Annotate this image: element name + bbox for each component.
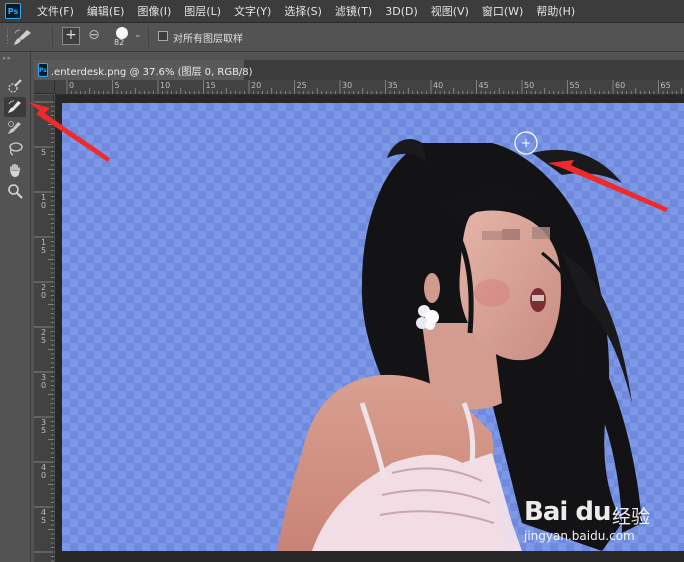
menu-bar: Ps 文件(F) 编辑(E) 图像(I) 图层(L) 文字(Y) 选择(S) 滤…	[0, 0, 684, 23]
menu-help[interactable]: 帮助(H)	[536, 3, 575, 19]
refine-brush-icon	[14, 29, 31, 45]
baidu-logo: Bai du	[524, 497, 611, 527]
ruler-label: 60	[615, 81, 626, 90]
vertical-ruler[interactable]: 5 10 15 20 25 30 35 40 45	[34, 95, 54, 562]
watermark-url: jingyan.baidu.com	[524, 529, 635, 543]
menu-select[interactable]: 选择(S)	[284, 3, 322, 19]
ruler-label: 45	[478, 81, 489, 90]
toolbar-grip-icon[interactable]: ▸▸	[3, 55, 27, 62]
ruler-label: 35	[40, 418, 47, 435]
brush-tool-icon[interactable]	[4, 118, 26, 138]
quick-selection-tool-icon[interactable]	[4, 76, 26, 96]
menu-edit[interactable]: 编辑(E)	[87, 3, 125, 19]
photo-layer	[62, 103, 684, 551]
ruler-label: 40	[40, 463, 47, 480]
ruler-label: 25	[40, 328, 47, 345]
ruler-label: 20	[251, 81, 262, 90]
ruler-label: 35	[387, 81, 398, 90]
ruler-label: 45	[40, 508, 47, 525]
ruler-label: 20	[40, 283, 47, 300]
document-tab-bar: Ps .enterdesk.png @ 37.6% (图层 0, RGB/8)	[34, 60, 684, 80]
watermark-cn-text: 经验	[612, 506, 651, 528]
ruler-label: 15	[40, 238, 47, 255]
brush-size-value: 82	[114, 38, 125, 47]
menu-window[interactable]: 窗口(W)	[482, 3, 523, 19]
menu-layer[interactable]: 图层(L)	[184, 3, 221, 19]
divider	[52, 27, 53, 47]
sample-all-layers-checkbox[interactable]	[158, 31, 168, 41]
chevron-down-icon[interactable]: ⌄	[134, 30, 142, 40]
photoshop-logo-icon: Ps	[5, 3, 21, 19]
ruler-label: 10	[160, 81, 171, 90]
horizontal-ruler[interactable]: 0 5 10 15 20 25 30 35 40 45 50 55 60 65	[55, 80, 684, 95]
options-bar: ⋮ ⋮ + ⊖ 82 ⌄ 对所有图层取样	[0, 23, 684, 52]
subtract-from-selection-icon[interactable]: ⊖	[86, 28, 102, 44]
ruler-label: 65	[660, 81, 671, 90]
ruler-label: 15	[205, 81, 216, 90]
image-canvas[interactable]	[62, 103, 684, 551]
options-grip-icon[interactable]: ⋮ ⋮	[3, 29, 12, 46]
photoshop-document-icon: Ps	[38, 63, 48, 77]
add-to-selection-icon[interactable]: +	[62, 27, 80, 45]
zoom-tool-icon[interactable]	[4, 181, 26, 201]
menu-file[interactable]: 文件(F)	[37, 3, 74, 19]
ruler-label: 50	[524, 81, 535, 90]
ruler-origin[interactable]	[34, 80, 55, 94]
ruler-label: 5	[40, 148, 47, 157]
ruler-label: 0	[69, 81, 75, 90]
lasso-tool-icon[interactable]	[4, 139, 26, 159]
tool-preset-picker[interactable]	[12, 27, 36, 47]
menu-view[interactable]: 视图(V)	[431, 3, 469, 19]
ruler-label: 30	[342, 81, 353, 90]
sample-all-layers-label: 对所有图层取样	[173, 34, 243, 45]
ruler-label: 55	[569, 81, 580, 90]
refine-edge-brush-tool-icon[interactable]	[4, 97, 26, 117]
document-tab[interactable]: Ps .enterdesk.png @ 37.6% (图层 0, RGB/8)	[34, 60, 253, 80]
ruler-label: 5	[114, 81, 120, 90]
menu-type[interactable]: 文字(Y)	[234, 3, 271, 19]
baidu-jingyan-watermark: Bai du 经验 jingyan.baidu.com	[520, 495, 680, 550]
ruler-label: 30	[40, 373, 47, 390]
menu-image[interactable]: 图像(I)	[137, 3, 171, 19]
hand-tool-icon[interactable]	[4, 160, 26, 180]
tools-panel: ▸▸	[0, 52, 31, 562]
divider	[148, 27, 149, 47]
menu-3d[interactable]: 3D(D)	[385, 5, 418, 18]
ruler-label: 10	[40, 193, 47, 210]
document-title: .enterdesk.png @ 37.6% (图层 0, RGB/8)	[50, 66, 253, 78]
ruler-label: 25	[296, 81, 307, 90]
menu-filter[interactable]: 滤镜(T)	[335, 3, 372, 19]
ruler-label: 40	[433, 81, 444, 90]
